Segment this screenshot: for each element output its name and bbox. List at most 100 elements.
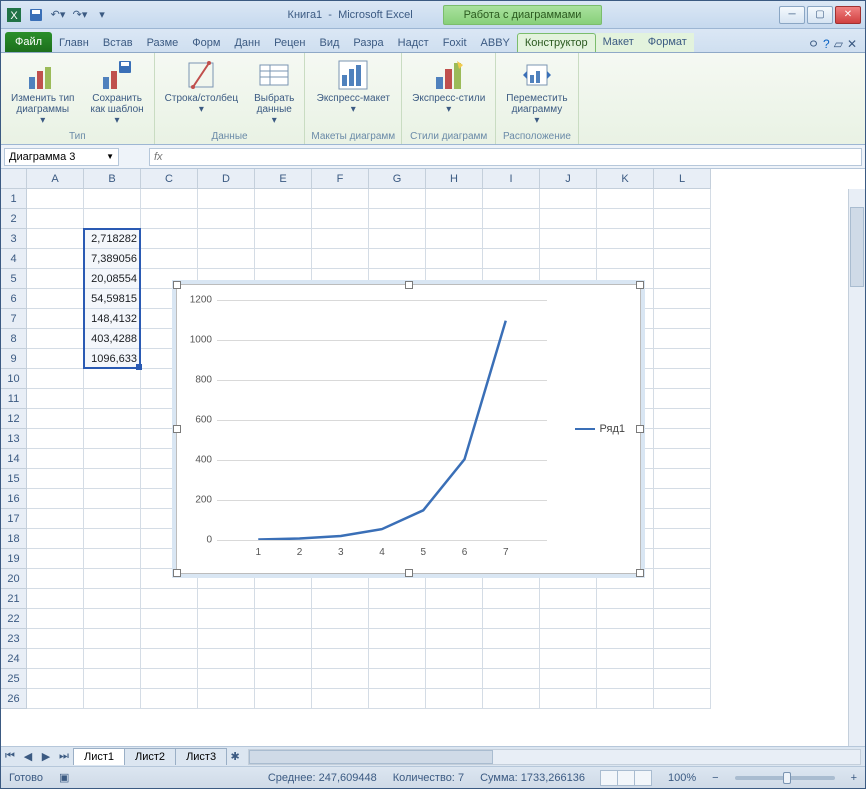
- row-header[interactable]: 2: [1, 209, 27, 229]
- cell[interactable]: [198, 229, 255, 249]
- view-layout-button[interactable]: [617, 770, 635, 786]
- cell[interactable]: [597, 189, 654, 209]
- tab-рецен[interactable]: Рецен: [267, 34, 312, 52]
- row-header[interactable]: 19: [1, 549, 27, 569]
- cell[interactable]: [597, 629, 654, 649]
- cell[interactable]: [84, 489, 141, 509]
- select-all-corner[interactable]: [1, 169, 27, 189]
- cell[interactable]: [483, 209, 540, 229]
- cell[interactable]: [141, 229, 198, 249]
- row-header[interactable]: 25: [1, 669, 27, 689]
- column-header[interactable]: C: [141, 169, 198, 189]
- cell[interactable]: [312, 589, 369, 609]
- sheet-nav-next-icon[interactable]: ▶: [37, 748, 55, 766]
- cell[interactable]: [540, 689, 597, 709]
- cell[interactable]: [27, 549, 84, 569]
- cell[interactable]: 2,718282: [84, 229, 141, 249]
- cell[interactable]: [312, 669, 369, 689]
- cell[interactable]: [369, 689, 426, 709]
- cell[interactable]: [483, 669, 540, 689]
- tab-макет[interactable]: Макет: [596, 33, 641, 52]
- cell[interactable]: [27, 409, 84, 429]
- cell[interactable]: [654, 209, 711, 229]
- cell[interactable]: [483, 229, 540, 249]
- formula-input[interactable]: fx: [149, 148, 862, 166]
- cell[interactable]: [654, 389, 711, 409]
- row-header[interactable]: 18: [1, 529, 27, 549]
- cell[interactable]: [141, 689, 198, 709]
- cell[interactable]: [27, 269, 84, 289]
- cell[interactable]: [483, 589, 540, 609]
- tab-встав[interactable]: Встав: [96, 34, 140, 52]
- minimize-button[interactable]: ─: [779, 6, 805, 24]
- row-header[interactable]: 9: [1, 349, 27, 369]
- row-header[interactable]: 14: [1, 449, 27, 469]
- cell[interactable]: [654, 349, 711, 369]
- undo-icon[interactable]: ↶▾: [49, 6, 67, 24]
- cell[interactable]: [27, 669, 84, 689]
- cell[interactable]: [27, 569, 84, 589]
- cell[interactable]: [654, 229, 711, 249]
- cell[interactable]: [84, 589, 141, 609]
- cell[interactable]: [654, 449, 711, 469]
- tab-форм[interactable]: Форм: [185, 34, 227, 52]
- chart-object[interactable]: 0200400600800100012001234567 Ряд1: [176, 284, 641, 574]
- cell[interactable]: [255, 669, 312, 689]
- cell[interactable]: [27, 229, 84, 249]
- cell[interactable]: [654, 649, 711, 669]
- horizontal-scrollbar[interactable]: [248, 749, 861, 765]
- row-header[interactable]: 22: [1, 609, 27, 629]
- cell[interactable]: [597, 589, 654, 609]
- row-header[interactable]: 13: [1, 429, 27, 449]
- cell[interactable]: [597, 209, 654, 229]
- cell[interactable]: [141, 609, 198, 629]
- cell[interactable]: [426, 609, 483, 629]
- cell[interactable]: [369, 589, 426, 609]
- ribbon-change-button[interactable]: Изменить типдиаграммы▾: [7, 57, 78, 128]
- ribbon-rowcol-button[interactable]: Строка/столбец▾: [161, 57, 242, 117]
- redo-icon[interactable]: ↷▾: [71, 6, 89, 24]
- ribbon-minimize-icon[interactable]: ㅇ: [808, 35, 819, 52]
- tab-разме[interactable]: Разме: [140, 34, 186, 52]
- cell[interactable]: [27, 309, 84, 329]
- cell[interactable]: [27, 689, 84, 709]
- sheet-tab[interactable]: Лист2: [124, 748, 176, 765]
- cell[interactable]: [27, 329, 84, 349]
- fx-icon[interactable]: fx: [154, 151, 163, 163]
- cell[interactable]: [597, 229, 654, 249]
- sheet-tab[interactable]: Лист3: [175, 748, 227, 765]
- cell[interactable]: [654, 669, 711, 689]
- cell[interactable]: [312, 229, 369, 249]
- cell[interactable]: [27, 429, 84, 449]
- cell[interactable]: [27, 589, 84, 609]
- close-button[interactable]: ✕: [835, 6, 861, 24]
- cell[interactable]: [198, 629, 255, 649]
- cell[interactable]: [141, 669, 198, 689]
- tab-abby[interactable]: ABBY: [474, 34, 517, 52]
- cell[interactable]: [426, 189, 483, 209]
- cell[interactable]: [27, 289, 84, 309]
- help-icon[interactable]: ?: [823, 37, 830, 51]
- cell[interactable]: [654, 569, 711, 589]
- row-header[interactable]: 16: [1, 489, 27, 509]
- vertical-scrollbar[interactable]: [848, 189, 865, 746]
- cell[interactable]: [654, 289, 711, 309]
- column-header[interactable]: F: [312, 169, 369, 189]
- sheet-nav-last-icon[interactable]: ⏭: [55, 748, 73, 766]
- cell[interactable]: [654, 589, 711, 609]
- cell[interactable]: [426, 249, 483, 269]
- cell[interactable]: [255, 189, 312, 209]
- cell[interactable]: [369, 189, 426, 209]
- zoom-out-button[interactable]: −: [712, 772, 718, 784]
- zoom-in-button[interactable]: +: [851, 772, 857, 784]
- cell[interactable]: [84, 469, 141, 489]
- cell[interactable]: [27, 649, 84, 669]
- cell[interactable]: [540, 209, 597, 229]
- column-header[interactable]: J: [540, 169, 597, 189]
- column-header[interactable]: E: [255, 169, 312, 189]
- cell[interactable]: [27, 629, 84, 649]
- name-box[interactable]: Диаграмма 3▼: [4, 148, 119, 166]
- chart-legend[interactable]: Ряд1: [575, 423, 625, 435]
- cell[interactable]: [312, 609, 369, 629]
- cell[interactable]: [654, 309, 711, 329]
